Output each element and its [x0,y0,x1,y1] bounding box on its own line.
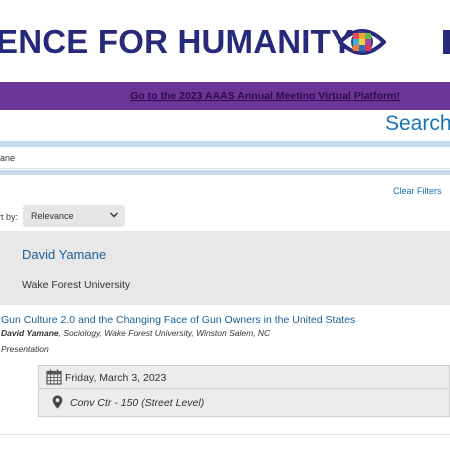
result-type: Presentation [1,344,49,354]
clear-filters-link[interactable]: Clear Filters [393,186,442,196]
sort-label: rt by: [0,212,19,222]
sort-selected-value: Relevance [31,211,74,221]
result-location: Conv Ctr - 150 (Street Level) [70,397,205,409]
site-header: ENCE FOR HUMANITY [0,0,450,82]
divider [0,170,450,175]
person-card: David Yamane Wake Forest University [0,231,450,305]
person-affiliation: Wake Forest University [22,279,131,291]
virtual-platform-link[interactable]: Go to the 2023 AAAS Annual Meeting Virtu… [0,90,450,102]
chevron-down-icon [110,212,118,218]
location-row: Conv Ctr - 150 (Street Level) [38,389,450,417]
divider [0,434,450,435]
person-name-link[interactable]: David Yamane [22,247,106,262]
page-title: Search [385,112,450,135]
date-row: Friday, March 3, 2023 [38,365,450,389]
brand-title[interactable]: ENCE FOR HUMANITY [0,23,353,61]
sort-select[interactable]: Relevance [23,205,125,227]
divider [0,141,450,147]
result-authors: David Yamane, Sociology, Wake Forest Uni… [1,328,270,338]
announcement-banner: Go to the 2023 AAAS Annual Meeting Virtu… [0,82,450,110]
eye-logo-icon[interactable] [338,22,386,62]
header-edge-fragment [443,30,450,54]
result-title-link[interactable]: Gun Culture 2.0 and the Changing Face of… [1,314,355,326]
map-pin-icon [52,395,63,409]
author-name: David Yamane [1,328,59,338]
author-details: , Sociology, Wake Forest University, Win… [58,328,271,338]
result-date: Friday, March 3, 2023 [65,372,167,384]
search-input[interactable] [0,148,450,169]
calendar-icon [46,369,62,385]
